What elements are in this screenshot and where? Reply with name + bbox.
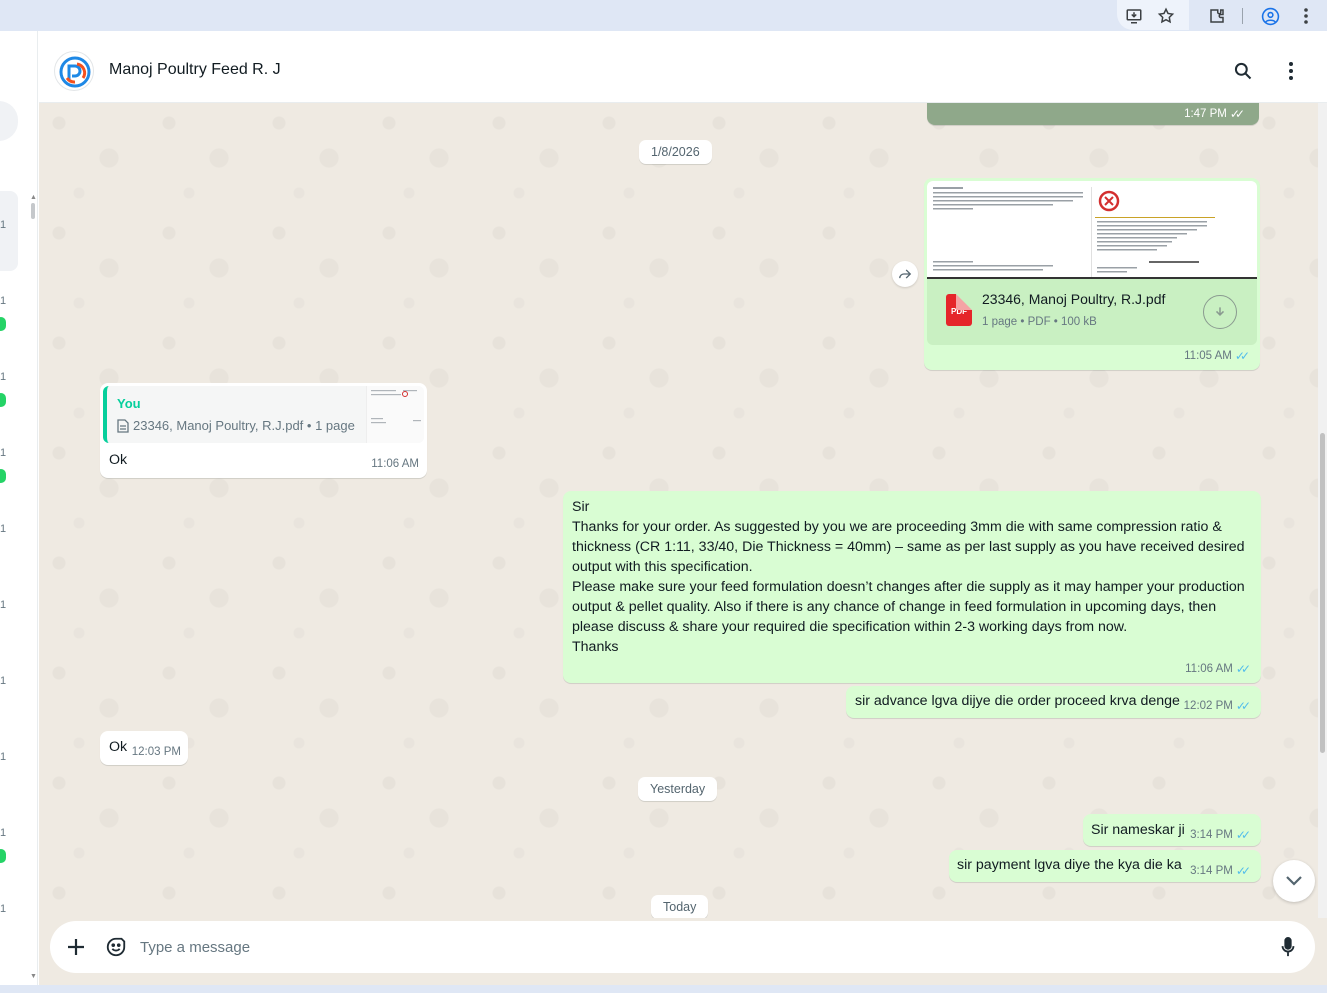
chat-row-fragment: 1: [0, 599, 7, 611]
document-details: 1 page • PDF • 100 kB: [982, 316, 1097, 328]
bookmark-star-icon[interactable]: [1156, 6, 1176, 26]
search-pill[interactable]: [0, 101, 18, 141]
message-time: 12:02 PM: [1183, 700, 1233, 712]
read-ticks-icon: ✓✓: [1235, 828, 1251, 842]
forward-icon[interactable]: [892, 261, 918, 287]
read-ticks-icon: ✓✓: [1229, 107, 1245, 121]
chat-row-fragment: 1: [0, 675, 7, 687]
unread-badge: [0, 849, 6, 863]
scroll-to-bottom-button[interactable]: [1273, 860, 1315, 902]
message-text: Ok: [109, 452, 128, 468]
extensions-icon[interactable]: [1207, 6, 1227, 26]
bottom-browser-edge: [0, 985, 1327, 993]
avatar[interactable]: [54, 51, 94, 91]
date-separator: Yesterday: [638, 777, 718, 801]
text-message[interactable]: sir advance lgva dijye die order proceed…: [846, 686, 1261, 718]
document-message[interactable]: PDF 23346, Manoj Poultry, R.J.pdf 1 page…: [924, 178, 1260, 370]
sticker-icon[interactable]: [104, 935, 128, 959]
message-time: 12:03 PM: [131, 746, 181, 758]
chat-row-fragment: 1: [0, 295, 7, 307]
message-meta: 3:14 PM ✓✓: [1190, 861, 1251, 881]
search-icon[interactable]: [1231, 59, 1255, 83]
chat-row-fragment: 1: [0, 827, 7, 839]
date-separator: 1/8/2026: [639, 140, 712, 164]
chat-row-fragment: 1: [0, 523, 7, 535]
read-ticks-icon: ✓✓: [1234, 349, 1250, 363]
chat-title[interactable]: Manoj Poultry Feed R. J: [109, 61, 281, 79]
date-separator: Today: [651, 895, 709, 918]
chevron-down-icon: [1286, 876, 1302, 886]
message-time: 3:14 PM: [1190, 865, 1233, 877]
message-meta: 11:05 AM ✓✓: [1184, 346, 1250, 366]
message-text: Sir nameskar ji: [1091, 822, 1185, 838]
plus-icon[interactable]: [64, 935, 88, 959]
read-ticks-icon: ✓✓: [1235, 864, 1251, 878]
composer: [50, 921, 1315, 973]
kebab-menu-icon[interactable]: [1279, 59, 1303, 83]
quoted-text: 23346, Manoj Poultry, R.J.pdf • 1 page: [133, 418, 355, 433]
document-icon: [117, 419, 129, 433]
message-time: 1:47 PM: [1184, 108, 1227, 120]
mic-icon[interactable]: [1276, 935, 1300, 959]
message-input[interactable]: [140, 935, 1240, 959]
composer-footer: [39, 918, 1327, 985]
image-message-bottom[interactable]: 1:47 PM ✓✓: [927, 103, 1259, 125]
message-meta: 1:47 PM ✓✓: [1184, 107, 1245, 121]
page-scrollbar[interactable]: [1318, 103, 1327, 918]
text-message[interactable]: Sir nameskar ji 3:14 PM ✓✓: [1083, 814, 1261, 846]
install-app-icon[interactable]: [1124, 6, 1144, 26]
text-message[interactable]: Sir Thanks for your order. As suggested …: [563, 491, 1261, 683]
page-scrollbar-thumb[interactable]: [1320, 433, 1325, 753]
message-time: 11:06 AM: [1185, 663, 1233, 675]
scroll-up-arrow-icon[interactable]: ▲: [30, 194, 37, 201]
toolbar-separator: [1242, 8, 1243, 24]
selected-chat-row[interactable]: [0, 191, 18, 271]
quoted-thumbnail: [366, 386, 424, 443]
chat-row-fragment: 1: [0, 371, 7, 383]
message-text: Sir Thanks for your order. As suggested …: [572, 499, 1245, 655]
chat-row-fragment: 1: [0, 903, 7, 915]
text-message[interactable]: sir payment lgva diye the kya die ka 3:1…: [949, 850, 1261, 882]
message-text: sir advance lgva dijye die order proceed…: [855, 693, 1180, 709]
message-text: sir payment lgva diye the kya die ka: [957, 857, 1182, 873]
message-time: 11:05 AM: [1184, 350, 1232, 362]
read-ticks-icon: ✓✓: [1235, 699, 1251, 713]
browser-menu-icon[interactable]: [1296, 6, 1316, 26]
unread-badge: [0, 469, 6, 483]
message-text: Ok: [109, 739, 128, 755]
scroll-down-arrow-icon[interactable]: ▼: [30, 973, 37, 980]
browser-toolbar: [0, 0, 1327, 31]
text-message[interactable]: Ok 12:03 PM: [100, 731, 188, 765]
message-time: 11:06 AM: [371, 458, 419, 470]
reply-message[interactable]: You 23346, Manoj Poultry, R.J.pdf • 1 pa…: [100, 383, 427, 478]
chat-row-fragment: 1: [0, 219, 7, 231]
conversation-panel[interactable]: 1:47 PM ✓✓ 1/8/2026 PDF 23346, Manoj Pou…: [39, 103, 1327, 918]
download-icon[interactable]: [1203, 295, 1237, 329]
message-time: 3:14 PM: [1190, 829, 1233, 841]
document-preview-thumbnail[interactable]: [927, 181, 1257, 279]
chat-header[interactable]: Manoj Poultry Feed R. J: [39, 39, 1327, 103]
pdf-file-icon: PDF: [946, 294, 972, 326]
unread-badge: [0, 393, 6, 407]
chat-row-fragment: 1: [0, 447, 7, 459]
unread-badge: [0, 317, 6, 331]
message-meta: 12:02 PM ✓✓: [1184, 696, 1251, 716]
document-card[interactable]: PDF 23346, Manoj Poultry, R.J.pdf 1 page…: [927, 279, 1257, 345]
message-meta: 3:14 PM ✓✓: [1190, 825, 1251, 845]
read-ticks-icon: ✓✓: [1235, 662, 1251, 676]
profile-icon[interactable]: [1260, 6, 1280, 26]
chat-row-fragment: 1: [0, 751, 7, 763]
message-meta: 11:06 AM ✓✓: [1185, 659, 1251, 679]
sidebar-scroll-thumb[interactable]: [31, 203, 35, 219]
chat-list-sidebar: ▲ ▼ 1 1 1 1 1 1 1 1 1 1: [0, 31, 38, 985]
pdf-badge-label: PDF: [951, 307, 967, 316]
quoted-text-row: 23346, Manoj Poultry, R.J.pdf • 1 page: [117, 416, 355, 436]
quoted-author: You: [117, 396, 141, 411]
quoted-message[interactable]: You 23346, Manoj Poultry, R.J.pdf • 1 pa…: [103, 386, 424, 443]
document-name: 23346, Manoj Poultry, R.J.pdf: [982, 291, 1166, 307]
